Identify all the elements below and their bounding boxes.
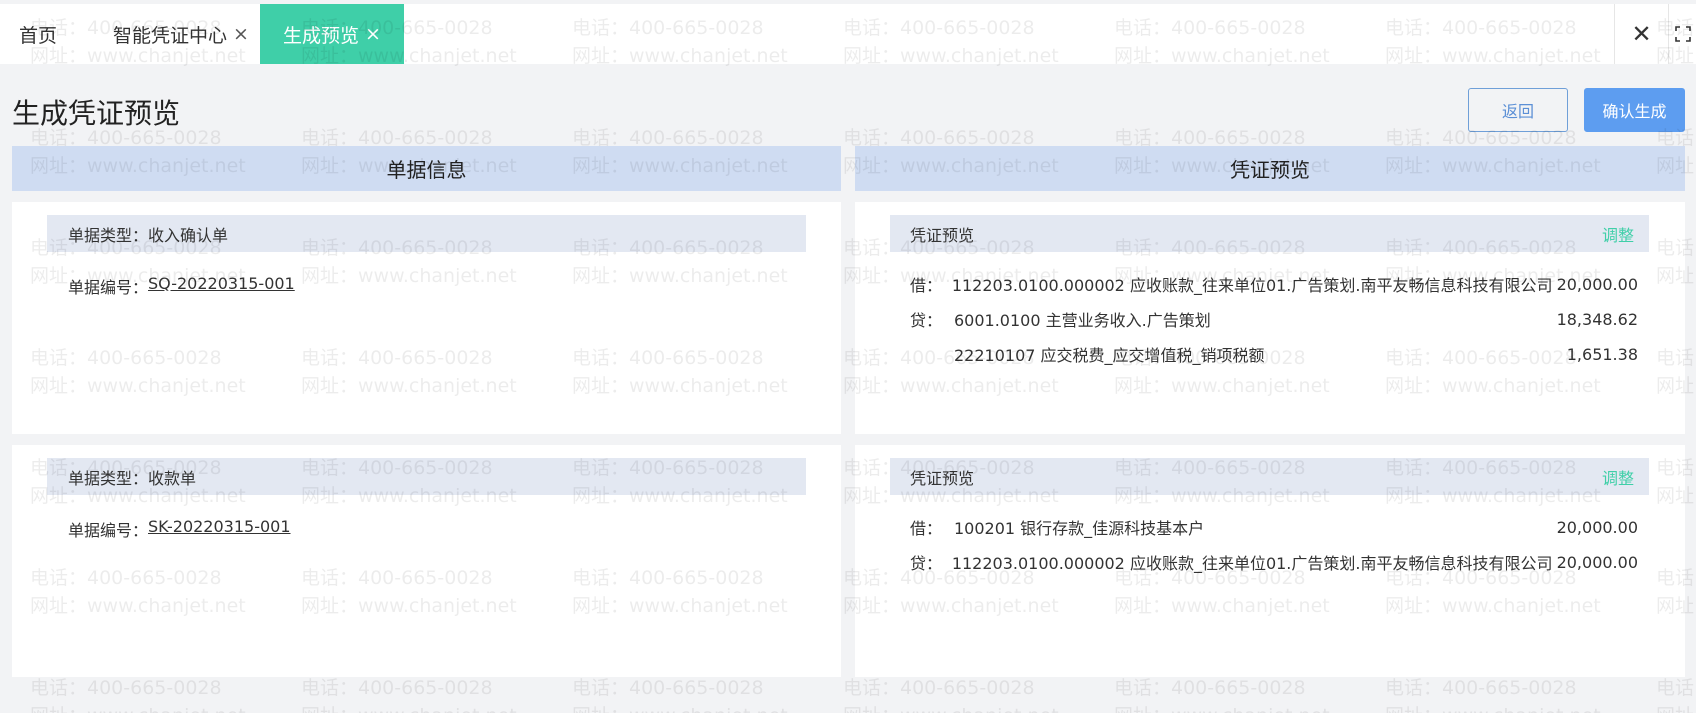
document-number: 单据编号： SQ-20220315-001 [68, 274, 295, 298]
close-icon[interactable]: × [365, 23, 381, 45]
account-name: 100201 银行存款_佳源科技基本户 [954, 519, 1205, 538]
document-type-value: 收入确认单 [148, 225, 229, 245]
voucher-line: 借： 112203.0100.000002 应收账款_往来单位01.广告策划.南… [910, 272, 1638, 296]
watermark-text: 电话：400-665-0028网址：www.chanjet.net [30, 677, 246, 713]
voucher-preview-header: 凭证预览 [855, 146, 1685, 191]
tab-voucher-center[interactable]: 智能凭证中心 × [113, 4, 249, 64]
amount: 1,651.38 [1566, 344, 1638, 364]
document-number-link[interactable]: SQ-20220315-001 [148, 274, 295, 298]
watermark-text: 电话：400-665-0028网址：www.chanjet.net [843, 677, 1059, 713]
account-name: 6001.0100 主营业务收入.广告策划 [954, 311, 1211, 330]
document-number-link[interactable]: SK-20220315-001 [148, 517, 291, 541]
back-button[interactable]: 返回 [1468, 88, 1568, 132]
document-type-bar: 单据类型： 收入确认单 [47, 215, 806, 252]
voucher-line: 22210107 应交税费_应交增值税_销项税额 1,651.38 [910, 342, 1638, 366]
tab-generate-preview-label: 生成预览 [283, 24, 360, 47]
account-name: 112203.0100.000002 应收账款_往来单位01.广告策划.南平友畅… [951, 276, 1553, 295]
amount: 20,000.00 [1556, 517, 1638, 537]
page-title: 生成凭证预览 [12, 97, 181, 130]
tab-generate-preview[interactable]: 生成预览 × [260, 4, 404, 64]
fullscreen-icon [1674, 26, 1691, 42]
voucher-line: 贷： 6001.0100 主营业务收入.广告策划 18,348.62 [910, 307, 1638, 331]
close-icon[interactable]: × [233, 23, 249, 45]
tab-bar: 首页 智能凭证中心 × 生成预览 × [0, 4, 1696, 64]
confirm-generate-button[interactable]: 确认生成 [1584, 88, 1685, 132]
debit-credit-label: 借： [910, 519, 943, 538]
voucher-title: 凭证预览 [910, 468, 975, 488]
account-name: 22210107 应交税费_应交增值税_销项税额 [954, 346, 1265, 365]
document-number-label: 单据编号： [68, 521, 149, 540]
voucher-title: 凭证预览 [910, 225, 975, 245]
document-type-label: 单据类型： [68, 468, 149, 488]
voucher-card: 凭证预览 调整 借： 112203.0100.000002 应收账款_往来单位0… [855, 202, 1685, 434]
watermark-text: 电话：400-665-0028网址：www.chanjet.net [301, 677, 517, 713]
document-type-bar: 单据类型： 收款单 [47, 458, 806, 495]
close-all-tabs-button[interactable]: ✕ [1614, 4, 1668, 64]
amount: 18,348.62 [1556, 309, 1638, 329]
voucher-line: 贷： 112203.0100.000002 应收账款_往来单位01.广告策划.南… [910, 550, 1638, 574]
document-type-label: 单据类型： [68, 225, 149, 245]
debit-credit-label: 贷： [910, 554, 943, 573]
watermark-text: 电话：400-665-0028网址：www.chanjet.net [1114, 677, 1330, 713]
document-card: 单据类型： 收入确认单 单据编号： SQ-20220315-001 [12, 202, 841, 434]
debit-credit-label: 借： [910, 276, 943, 295]
tab-home[interactable]: 首页 [19, 4, 57, 64]
document-type-value: 收款单 [148, 468, 197, 488]
voucher-line: 借： 100201 银行存款_佳源科技基本户 20,000.00 [910, 515, 1638, 539]
account-name: 112203.0100.000002 应收账款_往来单位01.广告策划.南平友畅… [951, 554, 1553, 573]
adjust-link[interactable]: 调整 [1602, 465, 1634, 489]
document-number-label: 单据编号： [68, 278, 149, 297]
voucher-title-bar: 凭证预览 调整 [890, 215, 1649, 252]
close-icon: ✕ [1631, 20, 1652, 48]
amount: 20,000.00 [1556, 552, 1638, 572]
document-number: 单据编号： SK-20220315-001 [68, 517, 291, 541]
tab-home-label: 首页 [19, 24, 58, 47]
voucher-card: 凭证预览 调整 借： 100201 银行存款_佳源科技基本户 20,000.00… [855, 445, 1685, 677]
adjust-link[interactable]: 调整 [1602, 222, 1634, 246]
document-info-header: 单据信息 [12, 146, 841, 191]
watermark-text: 电话：400-665-0028网址：www.chanjet.net [572, 677, 788, 713]
watermark-text: 电话：400-665-0028网址：www.chanjet.net [1656, 677, 1696, 713]
fullscreen-button[interactable] [1668, 4, 1696, 64]
debit-credit-label: 贷： [910, 311, 943, 330]
document-card: 单据类型： 收款单 单据编号： SK-20220315-001 [12, 445, 841, 677]
tab-voucher-center-label: 智能凭证中心 [113, 24, 228, 47]
amount: 20,000.00 [1556, 274, 1638, 294]
voucher-title-bar: 凭证预览 调整 [890, 458, 1649, 495]
watermark-text: 电话：400-665-0028网址：www.chanjet.net [1385, 677, 1601, 713]
